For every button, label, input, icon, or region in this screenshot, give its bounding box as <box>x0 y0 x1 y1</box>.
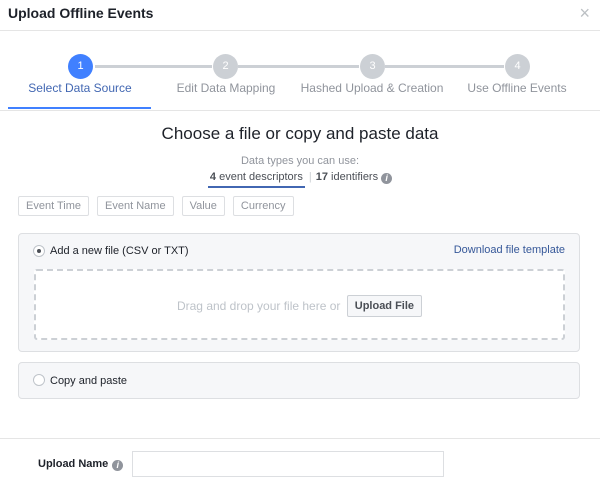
step-1-label[interactable]: Select Data Source <box>28 81 131 95</box>
dialog-header: Upload Offline Events × <box>0 0 600 31</box>
step-connector <box>238 65 359 68</box>
divider <box>0 110 600 111</box>
step-4-label[interactable]: Use Offline Events <box>467 81 566 95</box>
chip-event-name: Event Name <box>97 196 174 216</box>
identifiers-label: identifiers <box>331 171 379 183</box>
upload-file-button[interactable]: Upload File <box>346 295 423 317</box>
chip-currency: Currency <box>232 196 294 216</box>
step-2-label[interactable]: Edit Data Mapping <box>177 81 276 95</box>
info-icon[interactable]: i <box>381 173 393 184</box>
upload-file-radio-label[interactable]: Add a new file (CSV or TXT) <box>50 245 189 257</box>
active-step-indicator <box>8 107 151 109</box>
copy-paste-radio-label[interactable]: Copy and paste <box>50 375 127 387</box>
divider <box>0 438 600 439</box>
dropzone-text-row: Drag and drop your file here or Upload F… <box>36 295 563 317</box>
upload-name-label-row: Upload Name i <box>38 458 124 471</box>
event-descriptors-label: event descriptors <box>219 171 303 183</box>
data-type-tabs: 4 event descriptors | 17 identifiers i <box>0 171 600 188</box>
step-connector <box>385 65 504 68</box>
event-descriptors-count: 4 <box>209 171 217 183</box>
download-template-link[interactable]: Download file template <box>454 244 565 256</box>
copy-paste-panel: Copy and paste <box>18 362 580 399</box>
tab-identifiers[interactable]: 17 identifiers <box>316 171 378 186</box>
dropzone-text: Drag and drop your file here or <box>176 299 341 313</box>
upload-name-input[interactable] <box>132 451 444 477</box>
step-1-circle[interactable]: 1 <box>68 54 93 79</box>
upload-file-panel: Add a new file (CSV or TXT) Download fil… <box>18 233 580 352</box>
copy-paste-radio[interactable] <box>33 374 45 386</box>
step-connector <box>95 65 212 68</box>
tab-event-descriptors[interactable]: 4 event descriptors <box>207 171 305 188</box>
step-3-label[interactable]: Hashed Upload & Creation <box>301 81 444 95</box>
tab-separator: | <box>308 171 312 183</box>
chip-value: Value <box>181 196 225 216</box>
info-icon[interactable]: i <box>112 460 124 471</box>
close-icon[interactable]: × <box>579 4 590 22</box>
upload-name-label: Upload Name <box>38 458 109 470</box>
step-4-circle[interactable]: 4 <box>505 54 530 79</box>
step-progress: 1 2 3 4 Select Data Source Edit Data Map… <box>0 50 600 110</box>
dialog-title: Upload Offline Events <box>8 5 154 21</box>
step-2-circle[interactable]: 2 <box>213 54 238 79</box>
identifiers-count: 17 <box>315 171 328 183</box>
page-heading: Choose a file or copy and paste data <box>161 124 439 143</box>
step-3-circle[interactable]: 3 <box>360 54 385 79</box>
upload-file-radio[interactable] <box>33 245 45 257</box>
chip-event-time: Event Time <box>18 196 90 216</box>
field-chips: Event Time Event Name Value Currency <box>18 196 294 216</box>
data-types-caption: Data types you can use: <box>240 155 359 167</box>
file-dropzone[interactable]: Drag and drop your file here or Upload F… <box>34 269 565 340</box>
